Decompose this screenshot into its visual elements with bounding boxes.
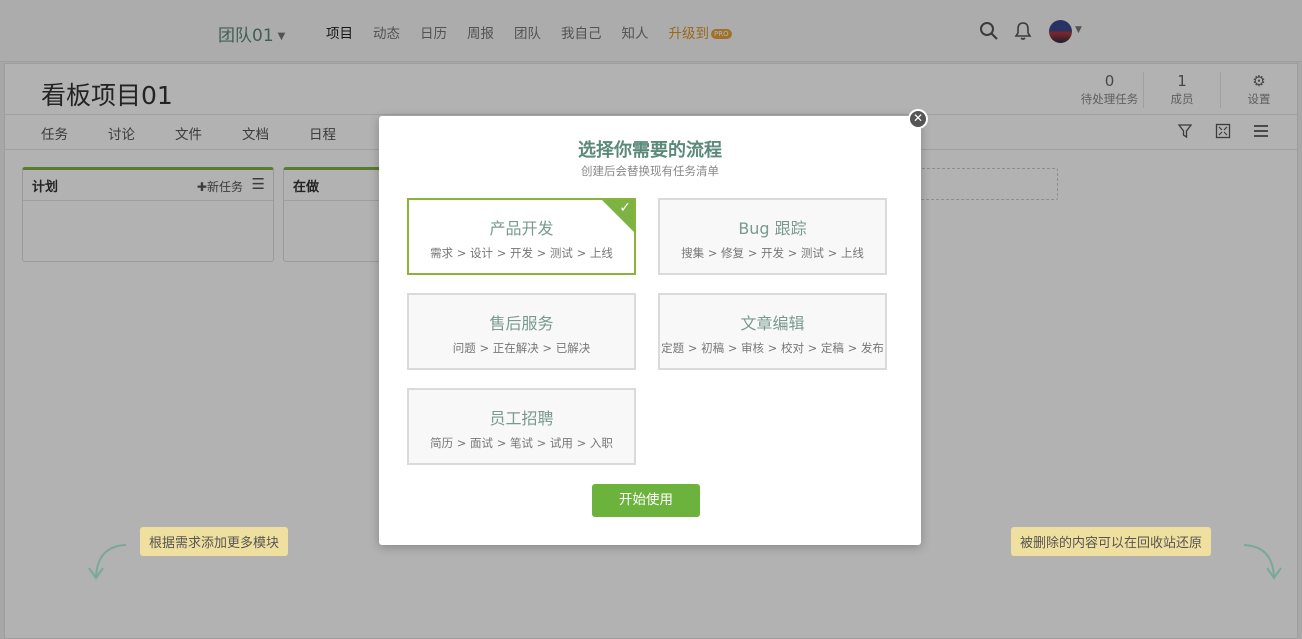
- curved-arrow-icon: [88, 544, 127, 580]
- option-name: 文章编辑: [740, 314, 805, 333]
- workflow-option-editorial[interactable]: 文章编辑 定题 > 初稿 > 审核 > 校对 > 定稿 > 发布: [658, 293, 887, 370]
- option-steps: 定题 > 初稿 > 审核 > 校对 > 定稿 > 发布: [661, 341, 884, 355]
- option-name: Bug 跟踪: [738, 219, 807, 238]
- close-icon[interactable]: ✕: [908, 109, 928, 129]
- modal-subtitle: 创建后会替换现有任务清单: [581, 164, 719, 178]
- option-steps: 搜集 > 修复 > 开发 > 测试 > 上线: [681, 246, 864, 260]
- workflow-modal: 选择你需要的流程 创建后会替换现有任务清单 ✓ 产品开发 需求 > 设计 > 开…: [379, 116, 921, 545]
- option-name: 员工招聘: [489, 409, 554, 428]
- workflow-option-bug[interactable]: Bug 跟踪 搜集 > 修复 > 开发 > 测试 > 上线: [658, 198, 887, 275]
- tip-add-modules: 根据需求添加更多模块: [140, 527, 289, 556]
- option-steps: 需求 > 设计 > 开发 > 测试 > 上线: [430, 246, 613, 260]
- check-icon: ✓: [619, 200, 631, 216]
- start-button[interactable]: 开始使用: [592, 484, 700, 517]
- option-name: 售后服务: [489, 314, 554, 333]
- curved-arrow-icon: [1243, 544, 1282, 580]
- modal-title: 选择你需要的流程: [578, 140, 722, 161]
- tip-recycle-bin: 被删除的内容可以在回收站还原: [1011, 527, 1212, 556]
- workflow-option-support[interactable]: 售后服务 问题 > 正在解决 > 已解决: [407, 293, 636, 370]
- option-steps: 问题 > 正在解决 > 已解决: [452, 341, 591, 355]
- option-steps: 简历 > 面试 > 笔试 > 试用 > 入职: [430, 436, 613, 450]
- workflow-option-hiring[interactable]: 员工招聘 简历 > 面试 > 笔试 > 试用 > 入职: [407, 388, 636, 465]
- workflow-option-product[interactable]: ✓ 产品开发 需求 > 设计 > 开发 > 测试 > 上线: [407, 198, 636, 275]
